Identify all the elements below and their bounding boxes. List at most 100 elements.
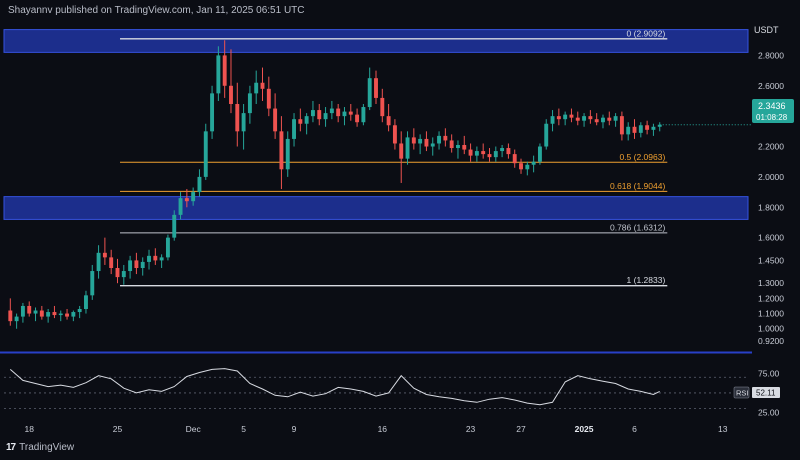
candle-body-74: [474, 151, 479, 156]
candle-body-76: [487, 154, 492, 158]
time-tick-5: 16: [378, 424, 388, 434]
candle-body-100: [638, 125, 643, 133]
candle-body-86: [550, 116, 555, 124]
candle-body-54: [348, 111, 353, 115]
tradingview-logo[interactable]: 17 TradingView: [6, 442, 74, 453]
candle-body-21: [140, 261, 145, 268]
candle-body-46: [298, 119, 303, 124]
candle-body-7: [52, 312, 57, 316]
candle-body-65: [418, 138, 423, 144]
candle-body-33: [216, 55, 221, 94]
price-badge-countdown: 01:08:28: [756, 113, 788, 122]
price-tick-11: 1.0000: [758, 324, 784, 334]
candle-body-8: [58, 313, 63, 316]
candle-body-51: [329, 108, 334, 114]
candle-body-67: [430, 143, 435, 147]
demand-zone[interactable]: [3, 196, 749, 220]
candle-body-50: [323, 113, 328, 120]
fib-label-1: 0.5 (2.0963): [619, 152, 665, 162]
candle-body-60: [386, 116, 391, 126]
candle-body-28: [184, 198, 189, 202]
candle-body-75: [481, 151, 486, 155]
rsi-badge: RSI 52.11: [733, 386, 780, 399]
candle-body-101: [645, 125, 650, 130]
rsi-tick-0: 75.00: [758, 368, 780, 378]
candle-body-24: [159, 257, 164, 261]
candle-body-13: [90, 271, 95, 296]
candle-body-66: [424, 138, 429, 147]
candle-body-68: [437, 135, 442, 144]
candle-body-55: [355, 114, 360, 123]
candle-body-5: [39, 310, 44, 317]
candle-body-52: [336, 108, 341, 117]
fib-label-0: 0 (2.9092): [627, 28, 666, 38]
candle-body-82: [525, 164, 530, 170]
candle-body-73: [468, 149, 473, 156]
candle-body-92: [588, 116, 593, 120]
price-tick-3: 2.2000: [758, 142, 784, 152]
candle-body-12: [84, 295, 88, 309]
candle-body-4: [33, 310, 38, 314]
candle-body-97: [619, 116, 624, 135]
currency-label: USDT: [754, 25, 779, 35]
candle-body-93: [594, 119, 599, 123]
candle-body-40: [260, 82, 265, 89]
chart-background: [0, 0, 800, 460]
time-tick-2: Dec: [186, 424, 202, 434]
candle-body-29: [191, 192, 196, 202]
candle-body-25: [165, 237, 170, 258]
candle-body-42: [273, 108, 278, 132]
time-tick-3: 5: [241, 424, 246, 434]
candle-body-2: [20, 305, 25, 317]
time-tick-6: 23: [466, 424, 476, 434]
candle-body-96: [613, 116, 618, 121]
candle-body-81: [519, 163, 523, 170]
price-tick-7: 1.4500: [758, 255, 784, 265]
candle-body-22: [147, 255, 151, 262]
candle-body-31: [203, 131, 208, 177]
candle-body-17: [115, 268, 120, 278]
chart-canvas[interactable]: 0 (2.9092) 0.5 (2.0963) 0.618 (1.9044) 0.78…: [0, 0, 800, 460]
candle-body-87: [556, 116, 561, 120]
price-tick-1: 2.6000: [758, 81, 784, 91]
candle-body-71: [456, 145, 460, 149]
price-tick-0: 2.8000: [758, 50, 784, 60]
candle-body-80: [512, 154, 517, 164]
candle-body-62: [399, 143, 404, 159]
candle-body-44: [285, 138, 290, 170]
price-tick-12: 0.9200: [758, 336, 784, 346]
candle-body-49: [317, 110, 322, 120]
time-tick-9: 6: [632, 424, 637, 434]
candle-body-59: [380, 97, 385, 117]
rsi-tick-1: 25.00: [758, 408, 780, 418]
tradingview-logo-icon: 17: [6, 442, 16, 453]
candle-body-35: [229, 85, 233, 104]
candle-body-1: [14, 316, 19, 322]
candle-body-78: [500, 148, 505, 152]
candle-body-39: [254, 82, 259, 94]
candle-body-19: [128, 260, 133, 272]
candle-body-83: [531, 161, 536, 165]
candle-body-9: [65, 313, 70, 317]
candle-body-98: [626, 126, 631, 135]
candle-body-89: [569, 114, 574, 118]
price-tick-9: 1.2000: [758, 293, 784, 303]
candle-body-77: [493, 151, 498, 158]
time-tick-10: 13: [718, 424, 728, 434]
candle-body-56: [361, 107, 366, 123]
candle-body-16: [109, 257, 114, 268]
candle-body-27: [178, 198, 183, 215]
time-tick-7: 27: [516, 424, 526, 434]
candle-body-47: [304, 116, 309, 124]
rsi-badge-value: 52.11: [756, 389, 776, 398]
candle-body-15: [102, 252, 107, 258]
candle-body-88: [563, 114, 568, 120]
time-tick-8: 2025: [575, 424, 594, 434]
candle-body-90: [575, 117, 580, 121]
time-tick-0: 18: [24, 424, 34, 434]
candle-body-69: [443, 135, 448, 141]
candle-body-70: [449, 140, 454, 149]
candle-body-79: [506, 148, 511, 155]
price-tick-10: 1.1000: [758, 309, 784, 319]
fib-label-2: 0.618 (1.9044): [610, 181, 665, 191]
